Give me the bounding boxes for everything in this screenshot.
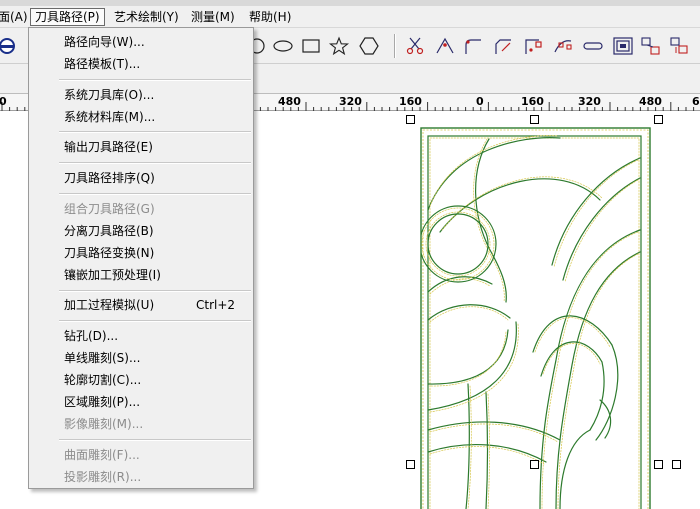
scissors-icon[interactable] — [404, 36, 426, 56]
menu-separator — [59, 320, 251, 322]
panel-outline — [420, 127, 651, 509]
selection-handle[interactable] — [530, 115, 539, 124]
curve-node-icon[interactable] — [552, 36, 574, 56]
ruler-label: 0 — [476, 95, 484, 108]
menu-separator — [59, 131, 251, 133]
angle-icon[interactable] — [434, 36, 456, 56]
menu-item-material-library[interactable]: 系统材料库(M)... — [30, 106, 252, 128]
menu-item-image-engrave: 影像雕刻(M)... — [64, 417, 144, 431]
selection-handle[interactable] — [654, 460, 663, 469]
menu-item-path-template[interactable]: 路径模板(T)... — [30, 53, 252, 75]
menu-help[interactable]: 帮助(H) — [245, 8, 295, 26]
selection-handle[interactable] — [406, 460, 415, 469]
menu-toolpath[interactable]: 刀具路径(P) — [30, 8, 105, 26]
corner-chamfer-icon[interactable] — [492, 36, 514, 56]
menu-item-drilling[interactable]: 钻孔(D)... — [30, 325, 252, 347]
offset-icon[interactable] — [612, 36, 634, 56]
menu-item-single-line-engrave[interactable]: 单线雕刻(S)... — [30, 347, 252, 369]
menubar: 面(A) 刀具路径(P) 艺术绘制(Y) 测量(M) 帮助(H) — [0, 6, 700, 28]
group-icon[interactable] — [640, 36, 662, 56]
selection-handle[interactable] — [672, 460, 681, 469]
ellipse-icon[interactable] — [272, 36, 294, 56]
menu-item-shortcut: Ctrl+2 — [196, 298, 236, 312]
ruler-label: 6 — [692, 95, 700, 108]
slot-icon[interactable] — [582, 36, 604, 56]
menu-art-drawing[interactable]: 艺术绘制(Y) — [110, 8, 183, 26]
menu-item-export-toolpath[interactable]: 输出刀具路径(E) — [30, 136, 252, 158]
menu-separator — [59, 290, 251, 292]
menu-item-machining-simulation[interactable]: 加工过程模拟(U) Ctrl+2 — [30, 294, 252, 316]
menu-item-projection-engrave: 投影雕刻(R)... — [64, 470, 142, 484]
ruler-label: 160 — [399, 95, 422, 108]
ruler-label: 160 — [521, 95, 544, 108]
menu-item-transform-toolpath[interactable]: 刀具路径变换(N) — [30, 242, 252, 264]
ruler-label: 0 — [0, 95, 7, 108]
menu-item-inlay-preprocess[interactable]: 镶嵌加工预处理(I) — [30, 264, 252, 286]
menu-separator — [59, 193, 251, 195]
selection-handle[interactable] — [530, 460, 539, 469]
polygon-icon[interactable] — [358, 36, 380, 56]
corner-fillet-icon[interactable] — [462, 36, 484, 56]
ruler-label: 320 — [339, 95, 362, 108]
menu-measure[interactable]: 测量(M) — [187, 8, 239, 26]
ruler-label: 480 — [278, 95, 301, 108]
menu-item-path-wizard[interactable]: 路径向导(W)... — [30, 31, 252, 53]
menu-item-split-toolpath[interactable]: 分离刀具路径(B) — [30, 220, 252, 242]
menu-item-label: 加工过程模拟(U) — [64, 298, 155, 312]
menu-item-surface-engrave: 曲面雕刻(F)... — [64, 448, 140, 462]
menu-item-sort-toolpath[interactable]: 刀具路径排序(Q) — [30, 167, 252, 189]
menu-item-contour-cut[interactable]: 轮廓切割(C)... — [30, 369, 252, 391]
selection-handle[interactable] — [406, 115, 415, 124]
menu-surface[interactable]: 面(A) — [0, 8, 32, 26]
menu-separator — [59, 439, 251, 441]
ruler-label: 480 — [639, 95, 662, 108]
ungroup-icon[interactable] — [668, 36, 690, 56]
menu-item-area-engrave[interactable]: 区域雕刻(P)... — [30, 391, 252, 413]
menu-item-tool-library[interactable]: 系统刀具库(O)... — [30, 84, 252, 106]
menu-separator — [59, 162, 251, 164]
menu-item-combine-toolpath: 组合刀具路径(G) — [64, 202, 155, 216]
shape-tool-icon[interactable] — [0, 36, 18, 56]
menu-separator — [59, 79, 251, 81]
ruler-label: 320 — [578, 95, 601, 108]
selection-handle[interactable] — [654, 115, 663, 124]
toolpath-dropdown-menu: 路径向导(W)... 路径模板(T)... 系统刀具库(O)... 系统材料库(… — [28, 27, 254, 489]
node-edit-icon[interactable] — [522, 36, 544, 56]
toolbar-separator — [394, 34, 396, 58]
rectangle-icon[interactable] — [300, 36, 322, 56]
star-icon[interactable] — [328, 36, 350, 56]
